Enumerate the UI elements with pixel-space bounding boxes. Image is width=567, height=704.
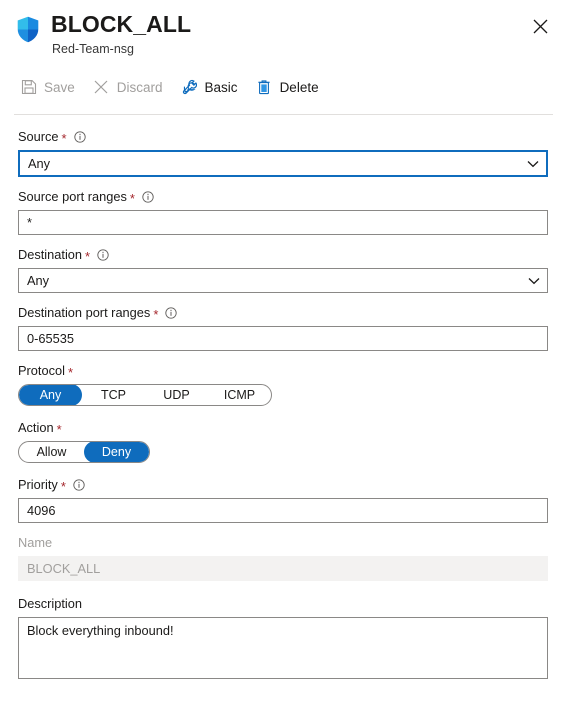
- save-icon: [20, 79, 37, 96]
- name-value: BLOCK_ALL: [27, 561, 101, 576]
- protocol-option-any[interactable]: Any: [19, 385, 82, 405]
- destination-port-ranges-input[interactable]: 0-65535: [18, 326, 548, 351]
- priority-label: Priority: [18, 477, 58, 492]
- trash-icon: [256, 79, 273, 96]
- action-option-deny[interactable]: Deny: [84, 442, 149, 462]
- description-label: Description: [18, 596, 83, 611]
- priority-input[interactable]: 4096: [18, 498, 548, 523]
- required-asterisk: *: [67, 365, 74, 380]
- shield-icon: [15, 15, 41, 44]
- delete-label: Delete: [279, 79, 319, 95]
- discard-button[interactable]: Discard: [93, 73, 163, 101]
- required-asterisk: *: [61, 131, 67, 146]
- info-icon[interactable]: [142, 191, 154, 203]
- title-row: BLOCK_ALL Red-Team-nsg: [0, 10, 567, 58]
- name-label: Name: [18, 535, 53, 550]
- field-destination-port-ranges: Destination port ranges * 0-65535: [18, 305, 548, 351]
- field-source: Source * Any: [18, 129, 548, 177]
- field-priority: Priority * 4096: [18, 477, 548, 523]
- discard-label: Discard: [116, 79, 163, 95]
- protocol-label-row: Protocol *: [18, 363, 548, 379]
- info-icon[interactable]: [97, 249, 109, 261]
- page-subtitle: Red-Team-nsg: [52, 42, 134, 56]
- priority-label-row: Priority *: [18, 477, 548, 493]
- field-action: Action * Allow Deny: [18, 420, 548, 463]
- description-value: Block everything inbound!: [27, 623, 174, 638]
- save-label: Save: [44, 79, 75, 95]
- destination-value: Any: [27, 273, 50, 288]
- basic-button[interactable]: Basic: [181, 73, 238, 101]
- name-input: BLOCK_ALL: [18, 556, 548, 581]
- destination-dropdown[interactable]: Any: [18, 268, 548, 293]
- field-destination: Destination * Any: [18, 247, 548, 293]
- command-bar: Save Discard Basic Delete: [0, 58, 567, 102]
- close-icon: [533, 19, 548, 34]
- action-option-allow[interactable]: Allow: [19, 442, 84, 462]
- discard-icon: [93, 79, 110, 96]
- source-label-row: Source *: [18, 129, 548, 145]
- destination-port-ranges-label-row: Destination port ranges *: [18, 305, 548, 321]
- info-icon[interactable]: [73, 131, 86, 143]
- field-name: Name BLOCK_ALL: [18, 535, 548, 581]
- source-label: Source: [18, 129, 59, 144]
- required-asterisk: *: [56, 422, 62, 437]
- priority-value: 4096: [27, 503, 56, 518]
- save-button[interactable]: Save: [20, 73, 75, 101]
- source-value: Any: [28, 156, 51, 171]
- title-block: BLOCK_ALL Red-Team-nsg: [51, 10, 191, 58]
- basic-label: Basic: [204, 79, 238, 95]
- destination-label-row: Destination *: [18, 247, 548, 263]
- destination-label: Destination: [18, 247, 83, 262]
- page-title: BLOCK_ALL: [51, 11, 192, 37]
- field-description: Description Block everything inbound!: [18, 596, 548, 679]
- delete-button[interactable]: Delete: [256, 73, 319, 101]
- action-label: Action: [18, 420, 54, 435]
- info-icon[interactable]: [165, 307, 178, 319]
- required-asterisk: *: [153, 307, 159, 322]
- action-label-row: Action *: [18, 420, 548, 436]
- field-source-port-ranges: Source port ranges * *: [18, 189, 548, 235]
- protocol-option-tcp[interactable]: TCP: [82, 385, 145, 405]
- field-protocol: Protocol * Any TCP UDP ICMP: [18, 363, 548, 406]
- required-asterisk: *: [60, 479, 66, 494]
- destination-port-ranges-label: Destination port ranges: [18, 305, 151, 320]
- description-textarea[interactable]: Block everything inbound!: [18, 617, 548, 679]
- required-asterisk: *: [85, 249, 91, 264]
- protocol-option-icmp[interactable]: ICMP: [208, 385, 271, 405]
- source-port-ranges-label-row: Source port ranges *: [18, 189, 548, 205]
- action-toggle-group: Allow Deny: [18, 441, 150, 463]
- source-port-ranges-value: *: [27, 215, 32, 230]
- chevron-down-icon: [521, 277, 547, 285]
- wrench-icon: [181, 79, 198, 96]
- protocol-toggle-group: Any TCP UDP ICMP: [18, 384, 272, 406]
- rule-form: Source * Any Source port ranges * * Dest…: [0, 115, 567, 679]
- source-port-ranges-label: Source port ranges: [18, 189, 127, 204]
- name-label-row: Name: [18, 535, 548, 551]
- destination-port-ranges-value: 0-65535: [27, 331, 74, 346]
- required-asterisk: *: [129, 191, 135, 206]
- panel-header: BLOCK_ALL Red-Team-nsg: [0, 0, 567, 58]
- source-port-ranges-input[interactable]: *: [18, 210, 548, 235]
- source-dropdown[interactable]: Any: [18, 150, 548, 177]
- info-icon[interactable]: [73, 479, 85, 491]
- chevron-down-icon: [520, 160, 546, 168]
- close-button[interactable]: [525, 11, 555, 41]
- protocol-option-udp[interactable]: UDP: [145, 385, 208, 405]
- description-label-row: Description: [18, 596, 548, 612]
- protocol-label: Protocol: [18, 363, 65, 378]
